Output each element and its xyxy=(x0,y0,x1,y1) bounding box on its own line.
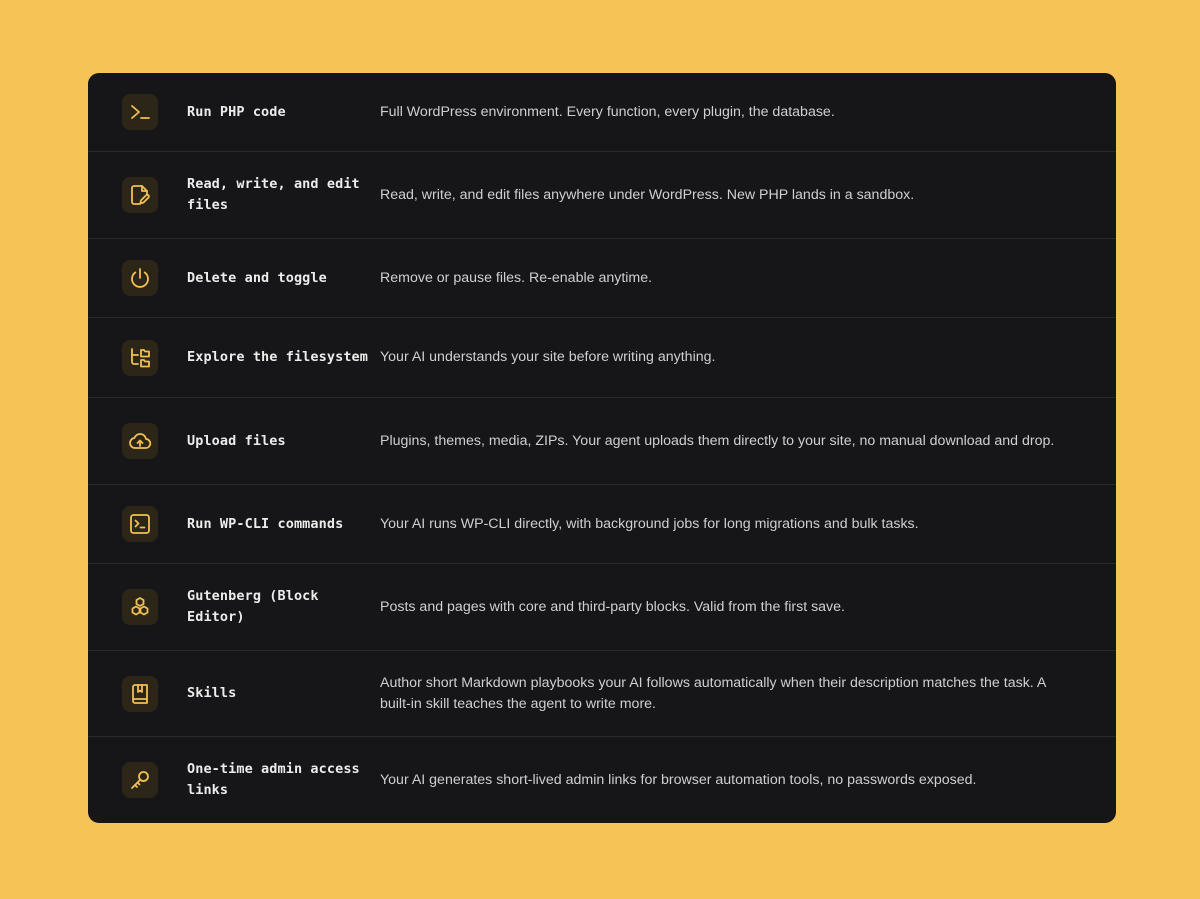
feature-row-wp-cli: Run WP-CLI commands Your AI runs WP-CLI … xyxy=(88,485,1116,564)
feature-row-upload-files: Upload files Plugins, themes, media, ZIP… xyxy=(88,398,1116,485)
feature-description: Plugins, themes, media, ZIPs. Your agent… xyxy=(380,432,1055,449)
folder-tree-icon xyxy=(122,339,158,376)
feature-row-delete-toggle: Delete and toggle Remove or pause files.… xyxy=(88,239,1116,318)
feature-title: One-time admin access links xyxy=(187,761,360,798)
feature-description: Your AI understands your site before wri… xyxy=(380,349,716,365)
feature-title: Skills xyxy=(187,685,237,701)
feature-description: Your AI generates short-lived admin link… xyxy=(380,771,977,788)
terminal-square-icon xyxy=(122,506,158,542)
power-icon xyxy=(122,260,158,296)
cloud-upload-icon xyxy=(122,423,158,459)
feature-row-admin-links: One-time admin access links Your AI gene… xyxy=(88,737,1116,823)
file-edit-icon xyxy=(122,177,158,213)
feature-description: Remove or pause files. Re-enable anytime… xyxy=(380,269,653,286)
feature-description: Your AI runs WP-CLI directly, with backg… xyxy=(380,515,919,532)
feature-row-run-php: Run PHP code Full WordPress environment.… xyxy=(88,73,1116,152)
feature-row-skills: Skills Author short Markdown playbooks y… xyxy=(88,651,1116,737)
feature-row-explore-filesystem: Explore the filesystem Your AI understan… xyxy=(88,318,1116,398)
feature-title: Run PHP code xyxy=(187,103,286,120)
feature-title: Run WP-CLI commands xyxy=(187,515,344,532)
blocks-icon xyxy=(122,589,158,625)
feature-title: Upload files xyxy=(187,432,286,449)
feature-title: Gutenberg (Block Editor) xyxy=(187,588,319,625)
feature-row-gutenberg: Gutenberg (Block Editor) Posts and pages… xyxy=(88,564,1116,651)
feature-title: Read, write, and edit files xyxy=(187,176,360,213)
feature-row-read-write-edit: Read, write, and edit files Read, write,… xyxy=(88,152,1116,239)
feature-title: Explore the filesystem xyxy=(187,349,369,365)
feature-title: Delete and toggle xyxy=(187,269,327,286)
feature-description: Read, write, and edit files anywhere und… xyxy=(380,186,915,203)
feature-description: Posts and pages with core and third-part… xyxy=(380,598,845,615)
book-bookmark-icon xyxy=(122,675,158,712)
terminal-prompt-icon xyxy=(122,94,158,130)
features-card: Run PHP code Full WordPress environment.… xyxy=(88,73,1116,823)
feature-description: Full WordPress environment. Every functi… xyxy=(380,103,835,120)
key-icon xyxy=(122,762,158,798)
feature-description: Author short Markdown playbooks your AI … xyxy=(380,674,1046,712)
